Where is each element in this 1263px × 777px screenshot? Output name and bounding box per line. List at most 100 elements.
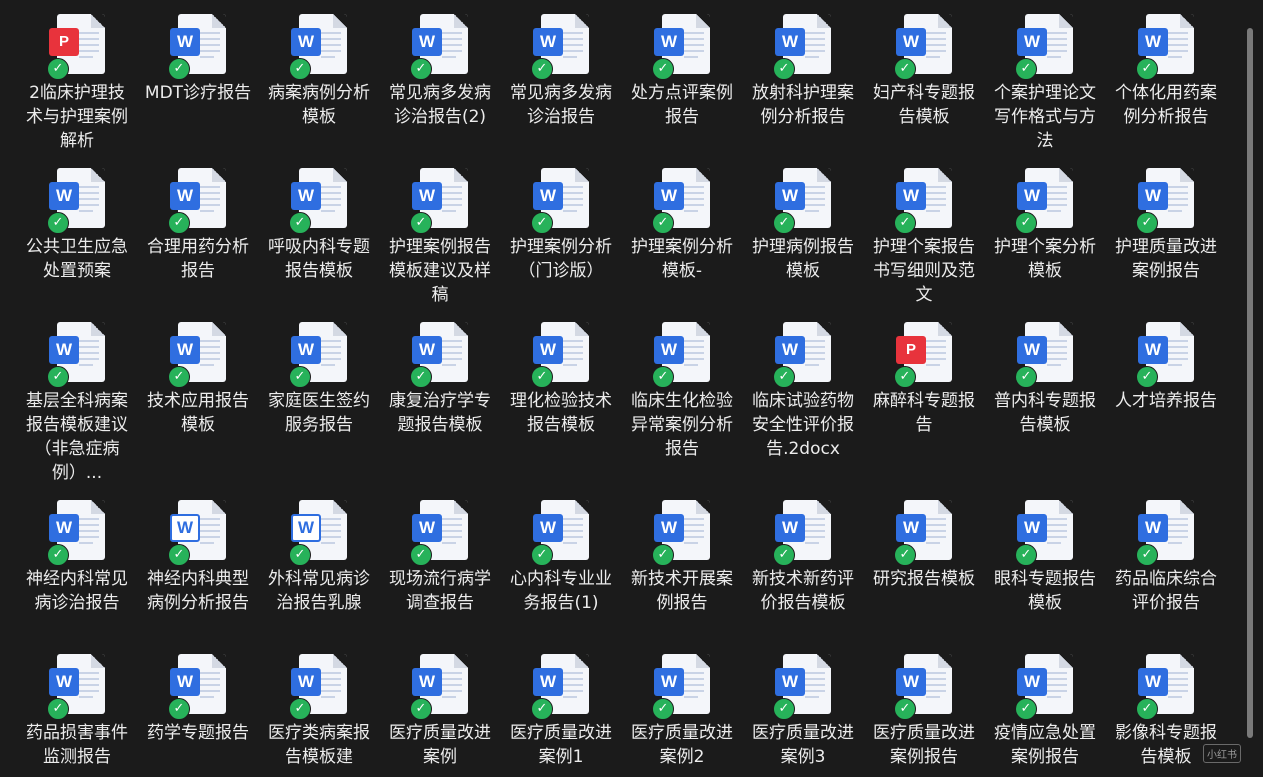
word-document-icon: W ✓	[168, 654, 228, 720]
word-logo-icon: W	[291, 668, 321, 696]
word-logo-icon: W	[775, 514, 805, 542]
file-item[interactable]: P ✓ 麻醉科专题报告	[865, 322, 983, 437]
sync-check-icon: ✓	[894, 212, 916, 234]
word-document-icon: W ✓	[652, 322, 712, 388]
file-item[interactable]: W ✓ 护理案例分析（门诊版）	[502, 168, 620, 283]
sync-check-icon: ✓	[531, 698, 553, 720]
file-item[interactable]: W ✓ 基层全科病案报告模板建议（非急症病例）...	[18, 322, 136, 485]
word-logo-icon: W	[654, 336, 684, 364]
file-item[interactable]: W ✓ 新技术开展案例报告	[623, 500, 741, 615]
file-item[interactable]: W ✓ 病案病例分析模板	[260, 14, 378, 129]
sync-check-icon: ✓	[410, 212, 432, 234]
file-item[interactable]: W ✓ 技术应用报告模板	[139, 322, 257, 437]
file-item[interactable]: W ✓ 外科常见病诊治报告乳腺	[260, 500, 378, 615]
file-item[interactable]: W ✓ 妇产科专题报告模板	[865, 14, 983, 129]
file-item[interactable]: W ✓ 医疗质量改进案例2	[623, 654, 741, 769]
file-item[interactable]: W ✓ 疫情应急处置案例报告	[986, 654, 1104, 769]
file-item[interactable]: W ✓ 护理案例报告模板建议及样稿	[381, 168, 499, 307]
file-item[interactable]: W ✓ MDT诊疗报告	[139, 14, 257, 105]
vertical-scrollbar[interactable]	[1247, 28, 1253, 738]
file-item[interactable]: W ✓ 医疗质量改进案例1	[502, 654, 620, 769]
word-logo-icon: W	[654, 182, 684, 210]
sync-check-icon: ✓	[531, 544, 553, 566]
sync-check-icon: ✓	[1136, 212, 1158, 234]
word-document-icon: W ✓	[47, 500, 107, 566]
file-item[interactable]: W ✓ 医疗质量改进案例	[381, 654, 499, 769]
sync-check-icon: ✓	[289, 544, 311, 566]
file-name: 新技术新药评价报告模板	[752, 569, 854, 613]
word-logo-icon: W	[49, 514, 79, 542]
sync-check-icon: ✓	[47, 366, 69, 388]
file-item[interactable]: W ✓ 医疗质量改进案例3	[744, 654, 862, 769]
file-name: 外科常见病诊治报告乳腺	[268, 569, 370, 613]
sync-check-icon: ✓	[1136, 698, 1158, 720]
file-item[interactable]: W ✓ 处方点评案例报告	[623, 14, 741, 129]
file-grid: P ✓ 2临床护理技术与护理案例解析 W ✓ MDT诊疗报告 W ✓ 病案病例分析模板 W ✓ 常见病…	[0, 0, 1240, 777]
word-document-icon: W ✓	[1015, 500, 1075, 566]
file-item[interactable]: W ✓ 个体化用药案例分析报告	[1107, 14, 1225, 129]
word-logo-icon: W	[654, 28, 684, 56]
word-logo-icon: W	[170, 182, 200, 210]
file-item[interactable]: W ✓ 合理用药分析报告	[139, 168, 257, 283]
word-document-icon: W ✓	[652, 654, 712, 720]
sync-check-icon: ✓	[168, 544, 190, 566]
file-item[interactable]: W ✓ 护理病例报告模板	[744, 168, 862, 283]
file-item[interactable]: W ✓ 人才培养报告	[1107, 322, 1225, 413]
file-name: 护理案例分析（门诊版）	[510, 237, 612, 281]
file-item[interactable]: W ✓ 临床试验药物安全性评价报告.2docx	[744, 322, 862, 461]
word-logo-icon: W	[533, 182, 563, 210]
file-item[interactable]: W ✓ 心内科专业业务报告(1)	[502, 500, 620, 615]
file-name: 新技术开展案例报告	[631, 569, 733, 613]
word-document-icon: W ✓	[773, 322, 833, 388]
sync-check-icon: ✓	[894, 366, 916, 388]
file-item[interactable]: W ✓ 新技术新药评价报告模板	[744, 500, 862, 615]
file-item[interactable]: W ✓ 神经内科常见病诊治报告	[18, 500, 136, 615]
word-logo-icon: W	[170, 514, 200, 542]
file-item[interactable]: W ✓ 护理质量改进案例报告	[1107, 168, 1225, 283]
file-item[interactable]: W ✓ 护理个案报告书写细则及范文	[865, 168, 983, 307]
watermark: 小红书	[1203, 744, 1241, 763]
file-item[interactable]: W ✓ 神经内科典型病例分析报告	[139, 500, 257, 615]
file-item[interactable]: W ✓ 常见病多发病诊治报告	[502, 14, 620, 129]
file-item[interactable]: W ✓ 护理个案分析模板	[986, 168, 1104, 283]
word-document-icon: W ✓	[773, 14, 833, 80]
file-item[interactable]: W ✓ 呼吸内科专题报告模板	[260, 168, 378, 283]
word-logo-icon: W	[412, 182, 442, 210]
file-name: 处方点评案例报告	[631, 83, 733, 127]
file-item[interactable]: W ✓ 现场流行病学调查报告	[381, 500, 499, 615]
file-name: 现场流行病学调查报告	[389, 569, 491, 613]
word-document-icon: W ✓	[1015, 654, 1075, 720]
wps-logo-icon: P	[49, 28, 79, 56]
file-item[interactable]: W ✓ 药品临床综合评价报告	[1107, 500, 1225, 615]
word-logo-icon: W	[291, 514, 321, 542]
file-item[interactable]: W ✓ 护理案例分析模板-	[623, 168, 741, 283]
file-item[interactable]: W ✓ 康复治疗学专题报告模板	[381, 322, 499, 437]
file-name: 护理质量改进案例报告	[1115, 237, 1217, 281]
file-item[interactable]: W ✓ 研究报告模板	[865, 500, 983, 591]
sync-check-icon: ✓	[773, 698, 795, 720]
file-item[interactable]: W ✓ 药学专题报告	[139, 654, 257, 745]
sync-check-icon: ✓	[894, 544, 916, 566]
file-name: 疫情应急处置案例报告	[994, 723, 1096, 767]
file-item[interactable]: W ✓ 公共卫生应急处置预案	[18, 168, 136, 283]
file-item[interactable]: W ✓ 普内科专题报告模板	[986, 322, 1104, 437]
sync-check-icon: ✓	[652, 698, 674, 720]
file-item[interactable]: W ✓ 常见病多发病诊治报告(2)	[381, 14, 499, 129]
file-item[interactable]: W ✓ 个案护理论文写作格式与方法	[986, 14, 1104, 153]
file-name: MDT诊疗报告	[144, 83, 252, 103]
sync-check-icon: ✓	[531, 212, 553, 234]
file-name: 医疗类病案报告模板建	[268, 723, 370, 767]
word-document-icon: W ✓	[168, 168, 228, 234]
file-name: 医疗质量改进案例2	[631, 723, 733, 767]
file-item[interactable]: W ✓ 理化检验技术报告模板	[502, 322, 620, 437]
file-item[interactable]: W ✓ 临床生化检验异常案例分析报告	[623, 322, 741, 461]
file-item[interactable]: P ✓ 2临床护理技术与护理案例解析	[18, 14, 136, 153]
file-item[interactable]: W ✓ 药品损害事件监测报告	[18, 654, 136, 769]
word-logo-icon: W	[533, 28, 563, 56]
file-item[interactable]: W ✓ 放射科护理案例分析报告	[744, 14, 862, 129]
file-item[interactable]: W ✓ 眼科专题报告模板	[986, 500, 1104, 615]
file-item[interactable]: W ✓ 家庭医生签约服务报告	[260, 322, 378, 437]
file-item[interactable]: W ✓ 医疗质量改进案例报告	[865, 654, 983, 769]
file-name: 神经内科常见病诊治报告	[26, 569, 128, 613]
file-item[interactable]: W ✓ 医疗类病案报告模板建	[260, 654, 378, 769]
